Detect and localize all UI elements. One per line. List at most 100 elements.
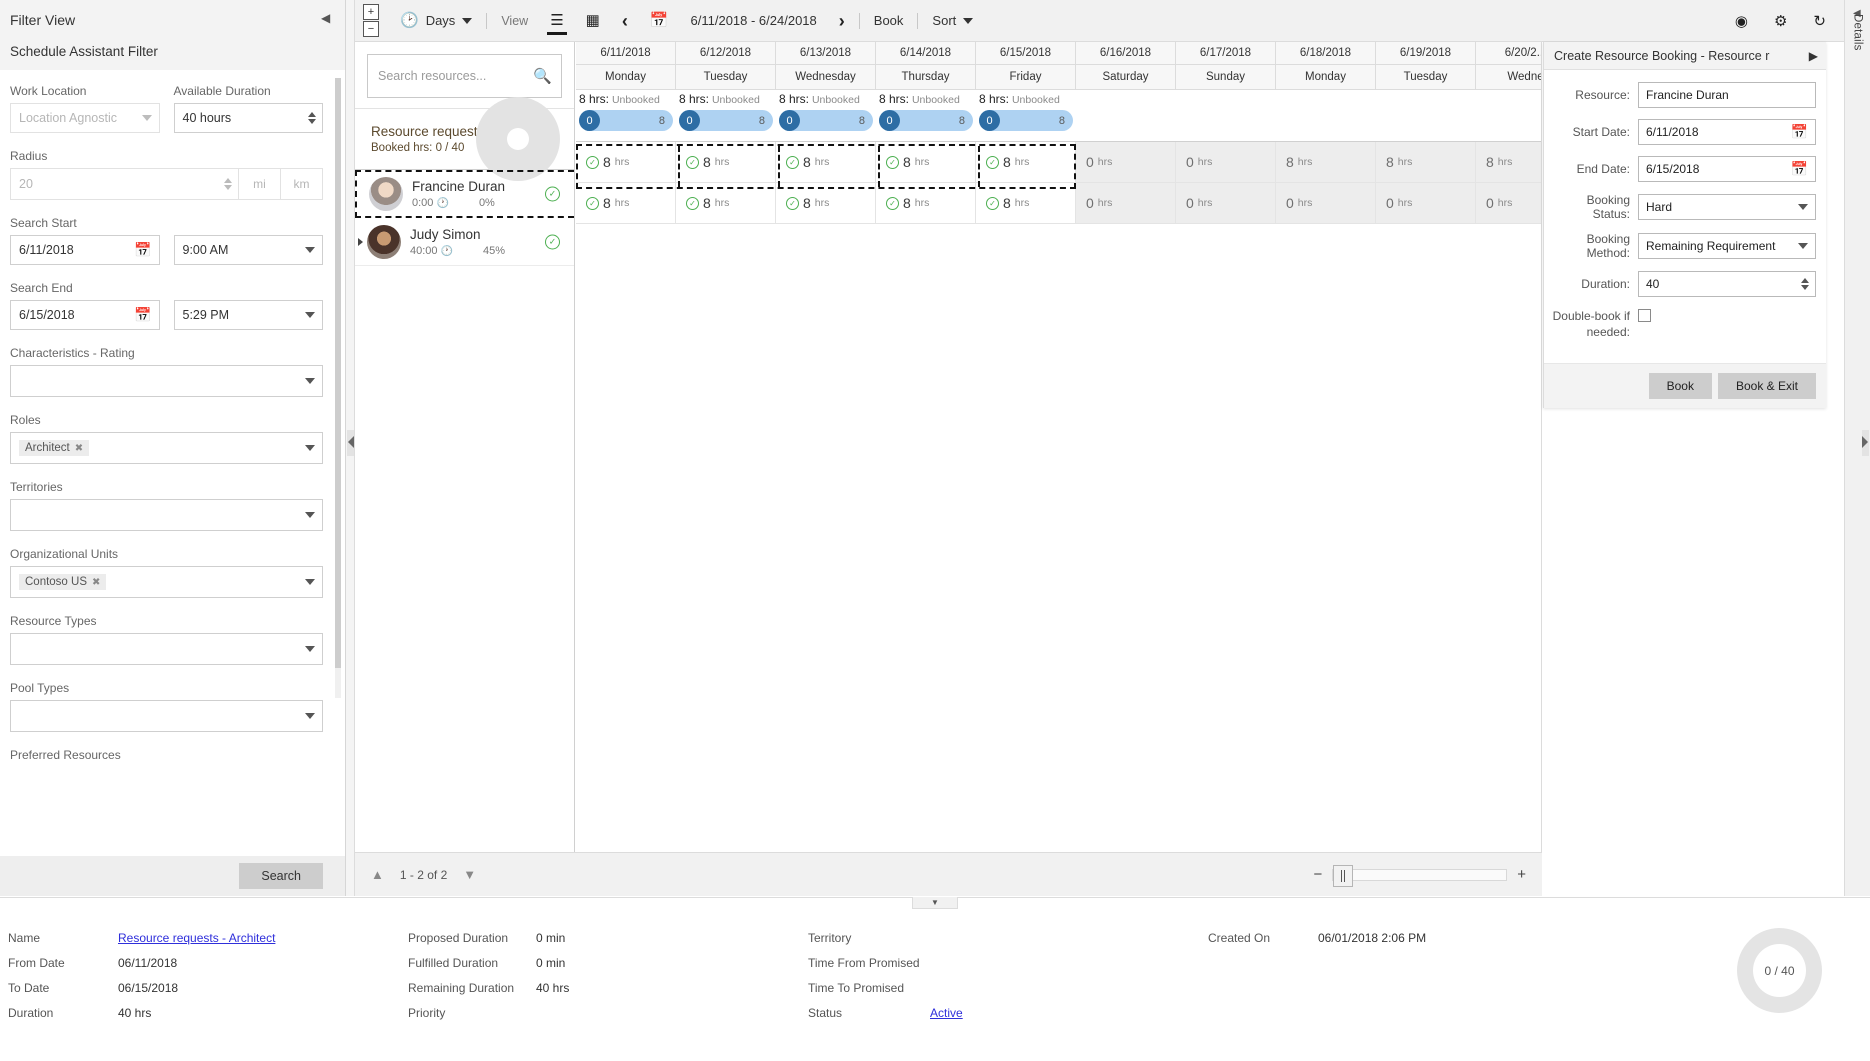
detail-value[interactable]: 40 hrs [536,976,569,1001]
detail-value[interactable]: 40 hrs [118,1001,275,1026]
timeline-cell[interactable]: 0hrs [1076,183,1176,224]
timeline-cell[interactable]: 8hrs [1276,142,1376,183]
org-units-select[interactable]: Contoso US ✖ [10,566,323,598]
timeline-cell[interactable]: 8hrs [1476,142,1541,183]
prev-period-button[interactable]: ‹ [611,0,639,42]
book-button[interactable]: Book [1649,373,1712,399]
days-dropdown[interactable]: 🕑 Days [389,0,483,42]
book-button[interactable]: Book [863,0,915,42]
search-start-date-input[interactable]: 6/11/2018 📅 [10,235,160,265]
calendar-icon[interactable]: 📅 [134,307,151,324]
page-down-icon[interactable]: ▼ [463,867,476,882]
detail-value[interactable]: Resource requests - Architect [118,926,275,951]
detail-value[interactable]: 06/01/2018 2:06 PM [1318,926,1426,951]
search-input[interactable] [378,69,551,83]
timeline-cell[interactable]: ✓8hrs [876,183,976,224]
timeline-cell[interactable]: 0hrs [1076,142,1176,183]
zoom-slider-track[interactable] [1332,869,1507,881]
characteristics-select[interactable] [10,365,323,397]
collapse-all-icon[interactable]: − [363,21,379,37]
resource-types-select[interactable] [10,633,323,665]
timeline-cell[interactable]: 8hrs [1376,142,1476,183]
detail-link[interactable]: Resource requests - Architect [118,931,275,945]
search-end-time-select[interactable]: 5:29 PM [174,300,324,330]
detail-value[interactable]: 06/15/2018 [118,976,275,1001]
list-view-button[interactable]: ☰ [539,0,574,42]
roles-select[interactable]: Architect ✖ [10,432,323,464]
details-rail[interactable]: ◀ Details [1844,0,1870,896]
page-up-icon[interactable]: ▲ [371,867,384,882]
calendar-icon[interactable]: 📅 [1791,124,1808,141]
timeline-cell[interactable]: 0hrs [1476,183,1541,224]
timeline-cell[interactable]: ✓8hrs [676,183,776,224]
timeline-cell[interactable]: ✓8hrs [976,183,1076,224]
left-splitter[interactable] [346,0,355,896]
work-location-select[interactable]: Location Agnostic [10,103,160,133]
splitter-collapse-icon[interactable] [348,436,354,448]
details-rail-expand-icon[interactable] [1862,436,1868,448]
filter-scrollbar-thumb[interactable] [335,78,341,668]
resource-row-francine-duran[interactable]: Francine Duran 0:00 🕐 0% ✓ [355,170,574,218]
grid-view-button[interactable]: ▦ [575,0,611,42]
date-picker-button[interactable]: 📅 [639,0,680,42]
remove-tag-icon[interactable]: ✖ [75,443,83,454]
timeline-cell[interactable]: 0hrs [1176,183,1276,224]
search-end-date-input[interactable]: 6/15/2018 📅 [10,300,160,330]
start-date-input[interactable]: 6/11/2018 📅 [1638,119,1816,145]
radius-stepper[interactable] [224,178,232,190]
resource-row-judy-simon[interactable]: Judy Simon 40:00 🕐 45% ✓ [355,218,574,266]
timeline-cell[interactable]: ✓8hrs [776,142,876,183]
radius-input[interactable]: 20 [10,168,239,200]
expand-collapse-group[interactable]: + − [363,4,379,37]
timeline-cell[interactable]: ✓8hrs [776,183,876,224]
end-date-input[interactable]: 6/15/2018 📅 [1638,156,1816,182]
resource-input[interactable]: Francine Duran [1638,82,1816,108]
unit-km-button[interactable]: km [281,168,323,200]
detail-link[interactable]: Active [930,1006,963,1020]
booking-status-select[interactable]: Hard [1638,194,1816,220]
search-icon[interactable]: 🔍 [533,67,552,85]
next-period-button[interactable]: › [828,0,856,42]
duration-stepper[interactable] [1801,278,1809,290]
collapse-details-pane-handle[interactable]: ▼ [912,897,958,909]
refresh-icon[interactable]: ↻ [1813,12,1826,30]
timeline-cell[interactable]: ✓8hrs [676,142,776,183]
zoom-out-icon[interactable]: − [1313,866,1322,883]
expand-panel-icon[interactable]: ▶ [1809,49,1818,63]
zoom-in-icon[interactable]: + [1517,866,1526,883]
available-duration-input[interactable]: 40 hours [174,103,324,133]
timeline-cell[interactable]: ✓8hrs [576,142,676,183]
calendar-icon[interactable]: 📅 [134,242,151,259]
expand-all-icon[interactable]: + [363,4,379,20]
timeline-cell[interactable]: ✓8hrs [876,142,976,183]
collapse-filter-icon[interactable]: ◀ [321,12,335,26]
timeline-cell[interactable]: ✓8hrs [976,142,1076,183]
sort-dropdown[interactable]: Sort [921,0,984,42]
gear-icon[interactable]: ⚙ [1774,12,1787,30]
timeline-cell[interactable]: ✓8hrs [576,183,676,224]
booking-method-select[interactable]: Remaining Requirement [1638,233,1816,259]
filter-scrollbar[interactable] [335,78,341,698]
book-and-exit-button[interactable]: Book & Exit [1718,373,1816,399]
calendar-icon[interactable]: 📅 [1791,161,1808,178]
detail-value[interactable]: 06/11/2018 [118,951,275,976]
timeline-cell[interactable]: 0hrs [1176,142,1276,183]
eye-icon[interactable]: ◉ [1735,12,1748,30]
search-start-time-select[interactable]: 9:00 AM [174,235,324,265]
duration-stepper[interactable] [308,112,316,124]
date-range-display[interactable]: 6/11/2018 - 6/24/2018 [680,0,828,42]
territories-select[interactable] [10,499,323,531]
search-button[interactable]: Search [239,863,323,889]
timeline-cell[interactable]: 0hrs [1276,183,1376,224]
search-box[interactable]: 🔍 [367,54,562,98]
requirement-row[interactable]: Resource requests - ... Booked hrs: 0 / … [355,108,574,170]
detail-value[interactable]: 0 min [536,951,569,976]
pool-types-select[interactable] [10,700,323,732]
remove-tag-icon[interactable]: ✖ [92,577,100,588]
detail-value[interactable]: 0 min [536,926,569,951]
unit-mi-button[interactable]: mi [239,168,281,200]
timeline-cell[interactable]: 0hrs [1376,183,1476,224]
expand-row-icon[interactable] [358,238,363,246]
duration-input[interactable]: 40 [1638,271,1816,297]
double-book-checkbox[interactable] [1638,309,1651,322]
